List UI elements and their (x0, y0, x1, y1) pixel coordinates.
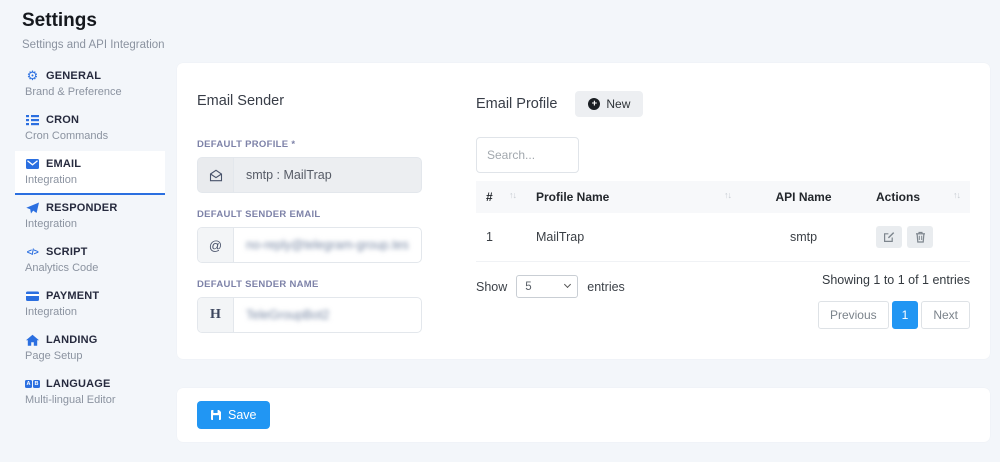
task-list-icon (25, 113, 40, 126)
page-title: Settings (22, 10, 978, 32)
save-button[interactable]: Save (197, 401, 270, 429)
default-sender-email-label: DEFAULT SENDER EMAIL (197, 209, 422, 220)
email-profile-header: Email Profile New (476, 91, 970, 117)
save-icon (210, 409, 222, 421)
sidebar-item-label: LANGUAGE (46, 378, 111, 390)
sidebar-item-sublabel: Integration (25, 218, 157, 230)
column-header-profile-name[interactable]: Profile Name (526, 181, 741, 213)
showing-entries-text: Showing 1 to 1 of 1 entries (822, 273, 970, 287)
page-1-button[interactable]: 1 (892, 301, 919, 329)
main-column: Email Sender DEFAULT PROFILE * DEFAULT S… (177, 63, 990, 442)
gear-icon: ⚙ (25, 69, 40, 82)
sidebar-item-sublabel: Cron Commands (25, 130, 157, 142)
email-settings-card: Email Sender DEFAULT PROFILE * DEFAULT S… (177, 63, 990, 359)
home-icon (25, 333, 40, 346)
sidebar-item-payment[interactable]: PAYMENT Integration (15, 283, 165, 327)
sidebar-item-sublabel: Page Setup (25, 350, 157, 362)
page-subtitle: Settings and API Integration (22, 39, 978, 51)
save-button-label: Save (228, 408, 257, 422)
sort-icon[interactable] (953, 191, 960, 200)
previous-page-button[interactable]: Previous (818, 301, 889, 329)
sidebar-item-label: LANDING (46, 334, 98, 346)
sidebar-item-responder[interactable]: RESPONDER Integration (15, 195, 165, 239)
column-header-index[interactable]: # (476, 181, 526, 213)
row-api-name-cell: smtp (741, 213, 866, 262)
column-header-api-name[interactable]: API Name (741, 181, 866, 213)
table-footer: Show 5 entries Showing 1 to 1 of 1 entri… (476, 273, 970, 329)
row-actions-cell (866, 213, 970, 262)
page-size-control: Show 5 entries (476, 275, 625, 298)
table-header-row: # Profile Name API Name Actions (476, 181, 970, 213)
delete-button[interactable] (907, 226, 933, 248)
row-index-cell: 1 (476, 213, 526, 262)
sidebar-item-label: SCRIPT (46, 246, 88, 258)
sidebar-item-language[interactable]: AB LANGUAGE Multi-lingual Editor (15, 371, 165, 415)
next-page-button[interactable]: Next (921, 301, 970, 329)
email-profile-heading: Email Profile (476, 96, 557, 112)
sidebar-item-email[interactable]: EMAIL Integration (15, 151, 165, 195)
page-header: Settings Settings and API Integration (0, 0, 1000, 51)
envelope-open-icon (198, 158, 234, 192)
edit-icon (883, 231, 895, 243)
table-row: 1 MailTrap smtp (476, 213, 970, 262)
email-sender-section: Email Sender DEFAULT PROFILE * DEFAULT S… (197, 83, 422, 339)
sidebar-item-label: GENERAL (46, 70, 101, 82)
edit-button[interactable] (876, 226, 902, 248)
sidebar-item-sublabel: Integration (25, 306, 157, 318)
translate-icon: AB (25, 377, 40, 390)
sidebar-item-general[interactable]: ⚙ GENERAL Brand & Preference (15, 63, 165, 107)
paper-plane-icon (25, 201, 40, 214)
search-input[interactable] (476, 137, 579, 173)
default-sender-email-group: @ (197, 227, 422, 263)
sidebar-item-cron[interactable]: CRON Cron Commands (15, 107, 165, 151)
default-profile-label: DEFAULT PROFILE * (197, 139, 422, 150)
sidebar-item-label: RESPONDER (46, 202, 117, 214)
sidebar-item-label: CRON (46, 114, 79, 126)
settings-sidebar: ⚙ GENERAL Brand & Preference CRON Cron C… (15, 63, 165, 415)
sidebar-item-sublabel: Brand & Preference (25, 86, 157, 98)
email-profile-table: # Profile Name API Name Actions (476, 181, 970, 262)
email-profile-section: Email Profile New # Pro (476, 83, 970, 339)
row-profile-name-cell: MailTrap (526, 213, 741, 262)
sidebar-item-landing[interactable]: LANDING Page Setup (15, 327, 165, 371)
column-header-actions[interactable]: Actions (866, 181, 970, 213)
default-sender-name-input[interactable] (234, 298, 421, 332)
sidebar-item-sublabel: Analytics Code (25, 262, 157, 274)
default-profile-input[interactable] (234, 158, 421, 192)
credit-card-icon (25, 289, 40, 302)
sidebar-item-script[interactable]: </> SCRIPT Analytics Code (15, 239, 165, 283)
envelope-icon (25, 157, 40, 170)
email-sender-heading: Email Sender (197, 93, 422, 109)
page-size-select[interactable]: 5 (516, 275, 578, 298)
sidebar-item-sublabel: Integration (25, 174, 157, 186)
sort-icon[interactable] (724, 191, 731, 200)
sidebar-item-sublabel: Multi-lingual Editor (25, 394, 157, 406)
pagination: Previous 1 Next (818, 301, 970, 329)
content: ⚙ GENERAL Brand & Preference CRON Cron C… (15, 63, 990, 442)
save-card: Save (177, 388, 990, 442)
show-label: Show (476, 280, 507, 294)
new-profile-button[interactable]: New (575, 91, 643, 117)
sort-icon[interactable] (509, 191, 516, 200)
default-sender-name-group: H (197, 297, 422, 333)
new-button-label: New (606, 97, 630, 111)
code-icon: </> (25, 245, 40, 258)
entries-label: entries (587, 280, 625, 294)
sidebar-item-label: PAYMENT (46, 290, 99, 302)
default-sender-name-label: DEFAULT SENDER NAME (197, 279, 422, 290)
trash-icon (915, 231, 926, 243)
default-profile-group (197, 157, 422, 193)
sidebar-item-label: EMAIL (46, 158, 81, 170)
letter-h-icon: H (198, 298, 234, 332)
plus-circle-icon (588, 98, 600, 110)
default-sender-email-input[interactable] (234, 228, 421, 262)
at-sign-icon: @ (198, 228, 234, 262)
